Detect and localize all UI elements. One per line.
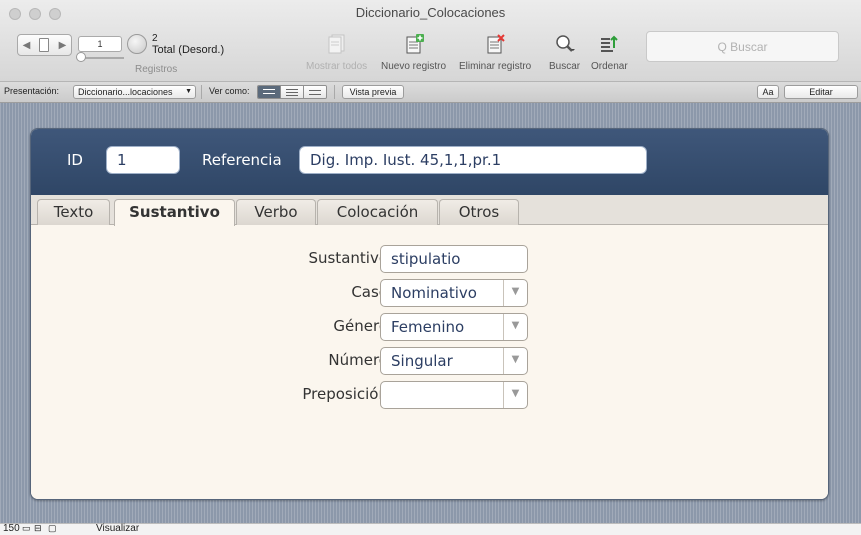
- sort-button[interactable]: Ordenar: [591, 34, 628, 72]
- view-as-label: Ver como:: [209, 86, 250, 96]
- caso-dropdown[interactable]: Nominativo ▼: [380, 279, 528, 307]
- magnifier-icon: [555, 35, 575, 52]
- layout-label: Presentación:: [4, 86, 60, 96]
- record-form: ID 1 Referencia Dig. Imp. Iust. 45,1,1,p…: [30, 128, 829, 500]
- genero-value: Femenino: [391, 318, 465, 336]
- form-header: ID 1 Referencia Dig. Imp. Iust. 45,1,1,p…: [31, 129, 828, 195]
- tab-verbo[interactable]: Verbo: [236, 199, 316, 225]
- list-view-button[interactable]: [281, 86, 304, 98]
- edit-layout-button[interactable]: Editar: [784, 85, 858, 99]
- divider: [334, 85, 335, 99]
- tab-panel-sustantivo: Sustantivo stipulatio Caso Nominativo ▼ …: [31, 225, 828, 499]
- record-count: 2: [152, 33, 158, 44]
- search-input[interactable]: Q Buscar: [646, 31, 839, 62]
- content-area: ID 1 Referencia Dig. Imp. Iust. 45,1,1,p…: [0, 103, 861, 523]
- current-record-input[interactable]: 1: [78, 36, 122, 52]
- new-record-icon: [406, 34, 424, 54]
- delete-record-icon: [487, 34, 505, 54]
- font-size-button[interactable]: Aa: [757, 85, 779, 99]
- zoom-icon[interactable]: ▭: [22, 523, 31, 534]
- new-record-label: Nuevo registro: [381, 61, 447, 72]
- record-total-label: Total (Desord.): [152, 44, 225, 56]
- show-all-label: Mostrar todos: [306, 61, 368, 72]
- chevron-down-icon[interactable]: ▼: [503, 280, 527, 306]
- sustantivo-field[interactable]: stipulatio: [380, 245, 528, 273]
- record-slider-handle[interactable]: [76, 52, 86, 62]
- records-label: Registros: [135, 64, 178, 75]
- id-field[interactable]: 1: [106, 146, 180, 174]
- mode-label[interactable]: Visualizar: [96, 523, 139, 534]
- find-label: Buscar: [549, 61, 581, 72]
- record-navigation[interactable]: ◀ ▶: [17, 34, 72, 56]
- toolbar-toggle-icon[interactable]: ⊟: [34, 523, 42, 534]
- next-record-icon[interactable]: ▶: [59, 40, 67, 51]
- layout-dropdown[interactable]: Diccionario...locaciones ▼: [73, 85, 196, 99]
- tab-colocacion[interactable]: Colocación: [317, 199, 438, 225]
- record-slider[interactable]: [80, 57, 124, 59]
- book-icon: [39, 38, 50, 52]
- sort-icon: [601, 35, 619, 52]
- divider: [201, 85, 202, 99]
- window-title: Diccionario_Colocaciones: [355, 5, 506, 20]
- show-all-icon: [328, 34, 345, 54]
- tab-bar: Texto Sustantivo Verbo Colocación Otros: [31, 195, 828, 226]
- sustantivo-value: stipulatio: [391, 250, 461, 268]
- form-view-button[interactable]: [258, 86, 281, 98]
- window-toolbar: Diccionario_Colocaciones ◀ ▶ 1 2 Total (…: [0, 0, 861, 82]
- previous-record-icon[interactable]: ◀: [23, 40, 31, 51]
- show-all-button[interactable]: Mostrar todos: [306, 34, 367, 72]
- sort-label: Ordenar: [591, 61, 628, 72]
- layout-bar: Presentación: Diccionario...locaciones ▼…: [0, 82, 861, 103]
- chevron-down-icon: ▼: [185, 88, 192, 95]
- view-as-segmented-control[interactable]: [257, 85, 327, 99]
- chevron-down-icon[interactable]: ▼: [503, 348, 527, 374]
- chevron-down-icon[interactable]: ▼: [503, 314, 527, 340]
- preposicion-dropdown[interactable]: ▼: [380, 381, 528, 409]
- reference-label: Referencia: [202, 151, 282, 169]
- chevron-down-icon[interactable]: ▼: [503, 382, 527, 408]
- sustantivo-label: Sustantivo: [308, 249, 388, 267]
- tab-sustantivo[interactable]: Sustantivo: [114, 199, 235, 226]
- find-button[interactable]: Buscar: [549, 34, 580, 72]
- tab-otros[interactable]: Otros: [439, 199, 519, 225]
- preposicion-label: Preposición: [302, 385, 388, 403]
- tab-texto[interactable]: Texto: [37, 199, 110, 225]
- delete-record-label: Eliminar registro: [459, 61, 532, 72]
- preview-button[interactable]: Vista previa: [342, 85, 404, 99]
- delete-record-button[interactable]: Eliminar registro: [459, 34, 531, 72]
- genero-dropdown[interactable]: Femenino ▼: [380, 313, 528, 341]
- layout-dropdown-value: Diccionario...locaciones: [78, 87, 173, 97]
- numero-dropdown[interactable]: Singular ▼: [380, 347, 528, 375]
- layout-bar-toggle-icon[interactable]: ▢: [48, 523, 57, 534]
- status-bar: 150 ▭ ⊟ ▢ Visualizar: [0, 523, 861, 535]
- record-count-pie-icon: [127, 34, 147, 54]
- new-record-button[interactable]: Nuevo registro: [381, 34, 446, 72]
- zoom-level[interactable]: 150: [3, 523, 20, 534]
- caso-value: Nominativo: [391, 284, 477, 302]
- id-label: ID: [67, 151, 83, 169]
- table-view-button[interactable]: [304, 86, 326, 98]
- reference-field[interactable]: Dig. Imp. Iust. 45,1,1,pr.1: [299, 146, 647, 174]
- numero-value: Singular: [391, 352, 453, 370]
